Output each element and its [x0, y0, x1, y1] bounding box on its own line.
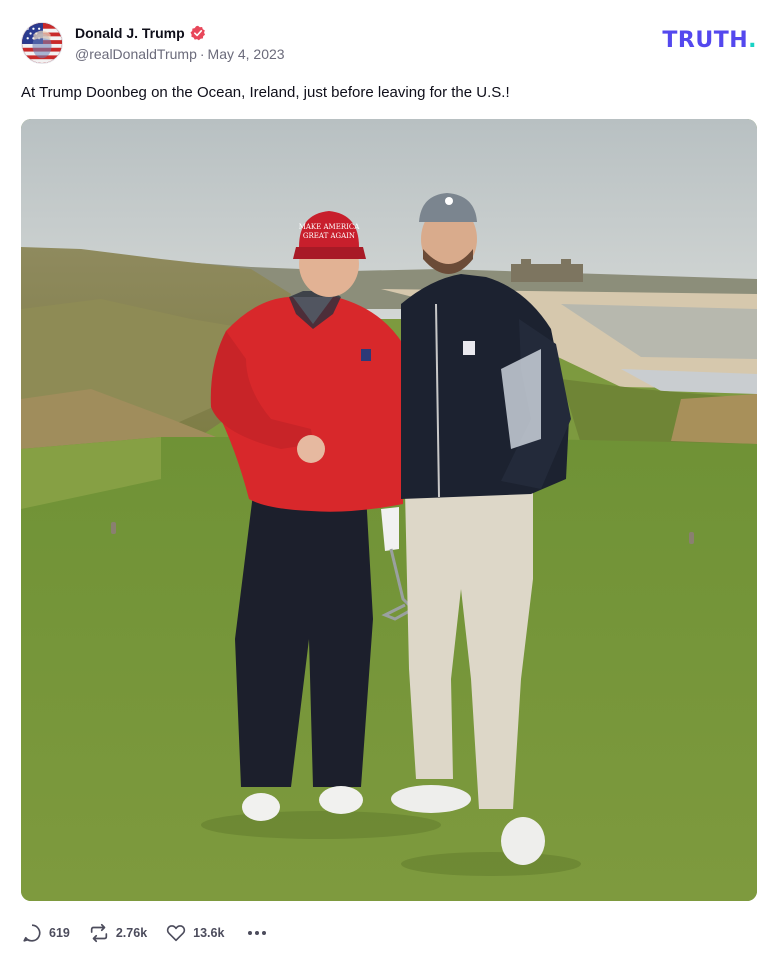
hat-text-line2: GREAT AGAIN: [303, 232, 355, 240]
post-meta: @realDonaldTrump · May 4, 2023: [75, 44, 285, 64]
author-handle[interactable]: @realDonaldTrump: [75, 46, 197, 62]
verified-badge-icon: [190, 25, 206, 41]
avatar-image: [22, 23, 62, 63]
meta-separator: ·: [199, 46, 205, 62]
author-display-name[interactable]: Donald J. Trump: [75, 25, 185, 41]
post-image[interactable]: MAKE AMERICA GREAT AGAIN: [21, 119, 757, 901]
reply-button[interactable]: 619: [21, 922, 70, 944]
more-dot: [254, 931, 259, 935]
post-date[interactable]: May 4, 2023: [208, 46, 285, 62]
reply-icon: [23, 924, 41, 942]
truth-social-logo[interactable]: TRUTH.: [662, 28, 757, 53]
author-block: Donald J. Trump @realDonaldTrump · May 4, …: [75, 22, 285, 64]
hat-text-line1: MAKE AMERICA: [299, 223, 361, 231]
heart-icon: [166, 925, 186, 942]
logo-dot: .: [748, 28, 757, 53]
post-actions: 619 2.76k 13.6k: [21, 918, 271, 948]
retruth-button[interactable]: 2.76k: [88, 922, 147, 944]
retruth-count: 2.76k: [115, 926, 148, 940]
author-avatar[interactable]: [21, 22, 63, 64]
more-dot: [247, 931, 252, 935]
author-name-row: Donald J. Trump: [75, 22, 285, 44]
retruth-icon: [90, 923, 108, 943]
golf-course-photo: MAKE AMERICA GREAT AGAIN: [21, 119, 757, 901]
post-header: Donald J. Trump @realDonaldTrump · May 4, …: [21, 20, 757, 66]
logo-text: TRUTH: [662, 28, 749, 53]
post-body-text: At Trump Doonbeg on the Ocean, Ireland, …: [21, 84, 510, 101]
like-button[interactable]: 13.6k: [165, 922, 224, 944]
more-dot: [261, 931, 266, 935]
more-options-icon[interactable]: [242, 922, 271, 944]
truth-post: Donald J. Trump @realDonaldTrump · May 4, …: [0, 0, 778, 964]
reply-count: 619: [49, 926, 70, 940]
like-count: 13.6k: [193, 926, 225, 940]
